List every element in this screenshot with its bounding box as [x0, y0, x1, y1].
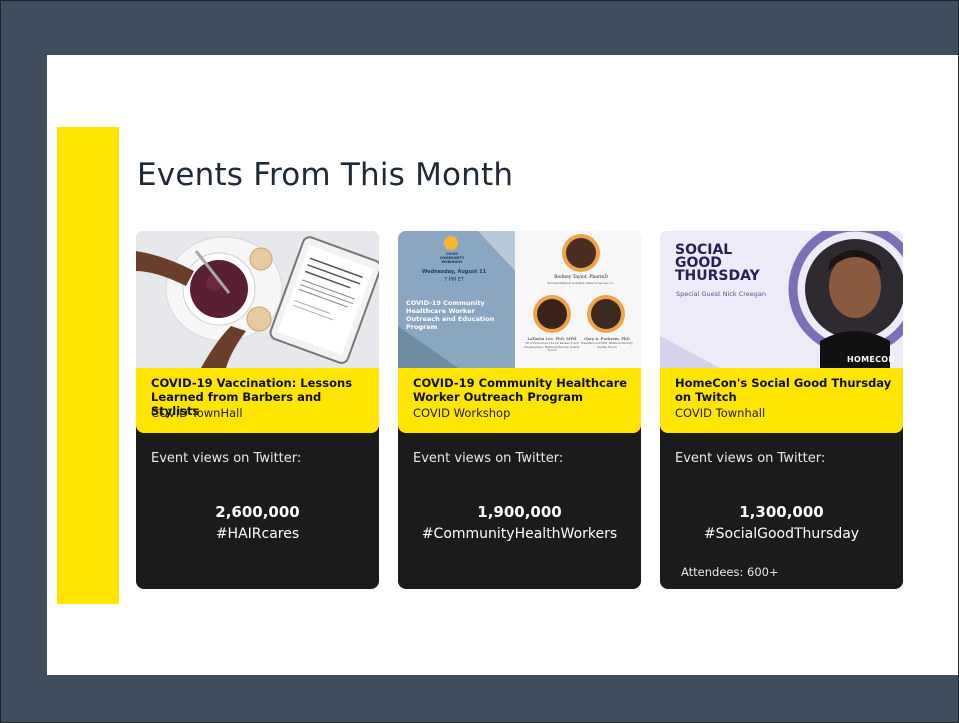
- flyer-time: 7 PM ET: [444, 277, 464, 283]
- event-card-social-good-thursday[interactable]: SOCIAL GOOD THURSDAY Special Guest Nick …: [660, 231, 903, 589]
- speaker-role: President and CEO, National Minority Qua…: [581, 341, 633, 349]
- event-flyer: COVID COMMUNITY WEBINARS Wednesday, Augu…: [398, 231, 641, 368]
- views-label: Event views on Twitter:: [675, 451, 826, 466]
- slide: Events From This Month COVID-19 Vaccinat…: [47, 55, 958, 675]
- event-hashtag: #SocialGoodThursday: [703, 526, 860, 542]
- social-good-thursday-banner: SOCIAL GOOD THURSDAY Special Guest Nick …: [660, 231, 903, 368]
- views-count: 2,600,000: [215, 503, 300, 521]
- event-title: HomeCon's Social Good Thursday on Twitch: [675, 376, 892, 404]
- speaker-role: Principal Medical Scientist, Gilead Scie…: [547, 281, 615, 285]
- event-card-hair-cares[interactable]: COVID-19 Vaccination: Lessons Learned fr…: [136, 231, 379, 589]
- views-label: Event views on Twitter:: [151, 451, 302, 466]
- event-hashtag: #CommunityHealthWorkers: [421, 526, 618, 542]
- speaker-role: VP of Clinical and Social Research and D…: [524, 341, 580, 352]
- views-count: 1,300,000: [739, 503, 824, 521]
- coffee-and-tablet-photo: [136, 231, 379, 368]
- accent-bar: [57, 127, 119, 604]
- flyer-date: Wednesday, August 11: [421, 269, 487, 275]
- views-label: Event views on Twitter:: [413, 451, 564, 466]
- card-caption: COVID-19 Vaccination: Lessons Learned fr…: [136, 368, 379, 433]
- flyer-logo-text: COVID COMMUNITY WEBINARS: [439, 252, 465, 264]
- event-title: COVID-19 Community Healthcare Worker Out…: [413, 376, 628, 404]
- event-card-community-health-workers[interactable]: COVID COMMUNITY WEBINARS Wednesday, Augu…: [398, 231, 641, 589]
- attendees-count: Attendees: 600+: [681, 565, 779, 579]
- card-caption: HomeCon's Social Good Thursday on Twitch…: [660, 368, 903, 433]
- event-type: COVID Workshop: [413, 406, 511, 420]
- homecon-logo: HOMECON: [847, 355, 896, 364]
- event-type: COVID TownHall: [151, 406, 243, 420]
- banner-guest: Special Guest Nick Creegan: [676, 290, 767, 298]
- event-hashtag: #HAIRcares: [215, 526, 300, 542]
- card-caption: COVID-19 Community Healthcare Worker Out…: [398, 368, 641, 433]
- flyer-headline: COVID-19 Community Healthcare Worker Out…: [406, 299, 495, 331]
- banner-heading: THURSDAY: [675, 268, 760, 284]
- slide-title: Events From This Month: [137, 157, 514, 193]
- speaker-name: Rodney Taylor, PharmD: [554, 275, 608, 280]
- views-count: 1,900,000: [477, 503, 562, 521]
- event-type: COVID Townhall: [675, 406, 766, 420]
